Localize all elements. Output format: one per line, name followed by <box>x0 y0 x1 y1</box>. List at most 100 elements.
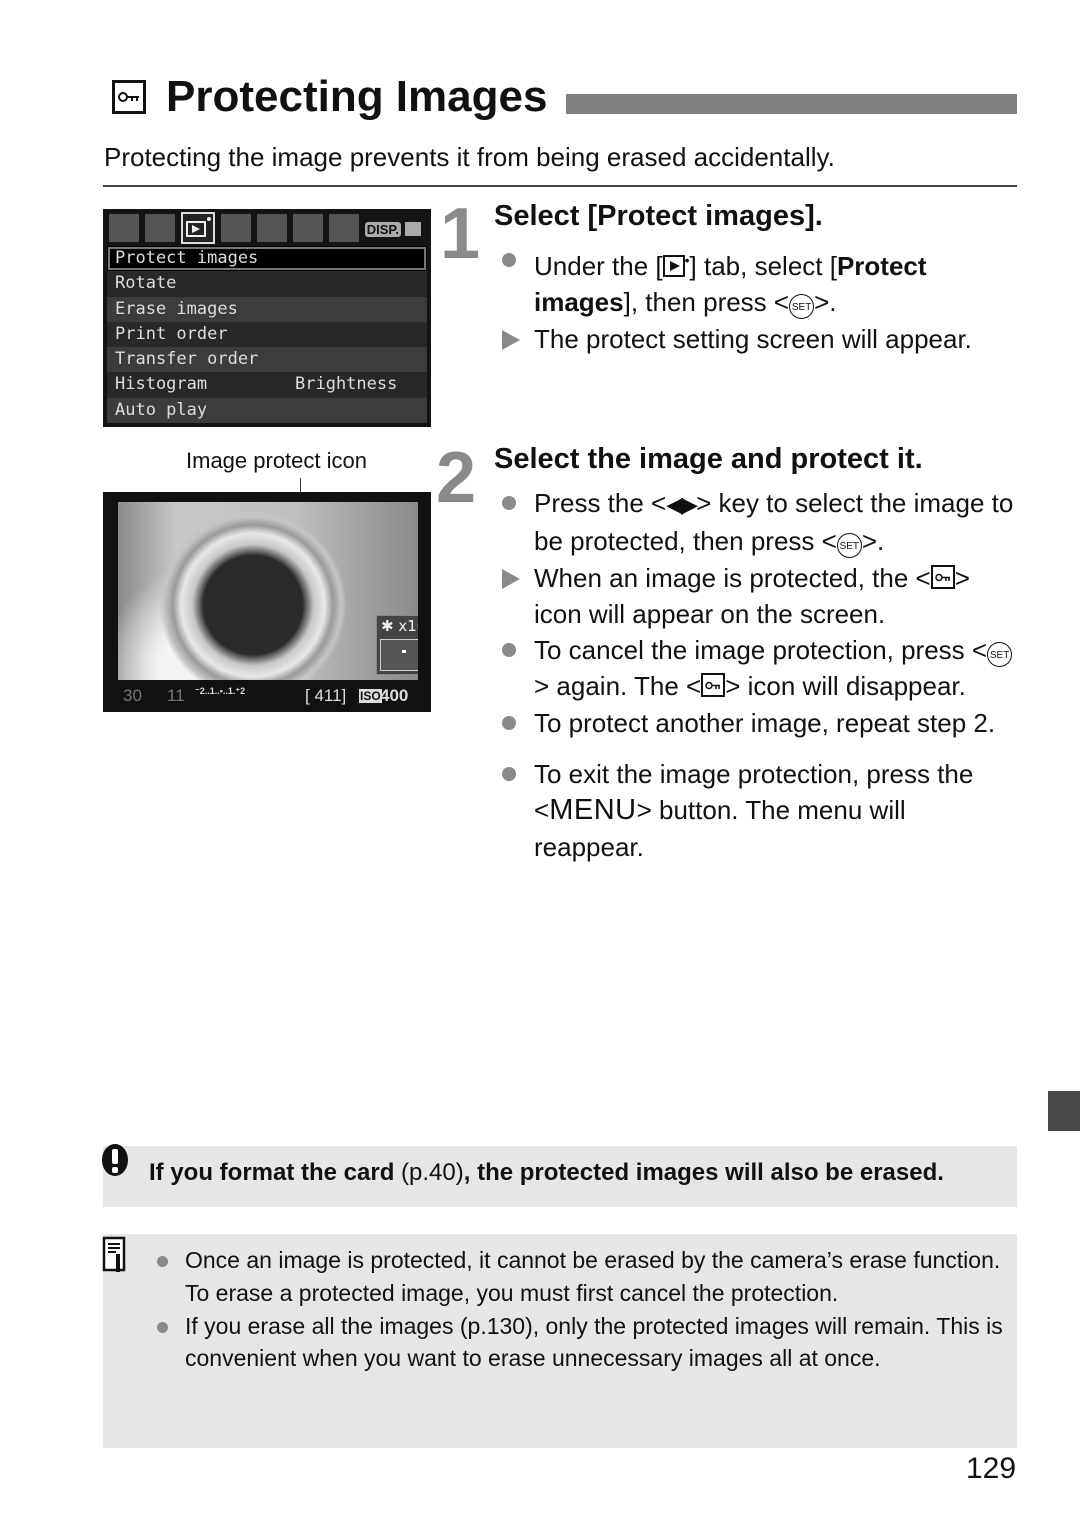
bullet-icon <box>157 1256 168 1267</box>
list-item: If you erase all the images (p.130), onl… <box>153 1310 1003 1376</box>
shutter-speed: 30 <box>123 686 142 705</box>
note-list: Once an image is protected, it cannot be… <box>153 1244 1003 1375</box>
bullet-icon <box>502 767 516 782</box>
step-2-list: Press the <◀▶> key to select the image t… <box>498 485 1018 865</box>
list-item: Once an image is protected, it cannot be… <box>153 1244 1003 1310</box>
result-arrow-icon <box>502 568 520 589</box>
list-item: To exit the image protection, press the … <box>498 756 1018 865</box>
text: > again. The < <box>534 671 702 702</box>
step-title: Select [Protect images]. <box>494 200 823 232</box>
menu-tabs: DISP. <box>107 212 427 244</box>
my-menu-tab-icon <box>329 214 359 242</box>
protect-key-icon <box>930 564 955 589</box>
disp-label: DISP. <box>364 222 401 237</box>
zoom-value: x10 <box>398 617 418 635</box>
page-number: 129 <box>966 1452 1017 1485</box>
bullet-icon <box>502 715 516 730</box>
zoom-position <box>402 650 406 653</box>
intro-text: Protecting the image prevents it from be… <box>104 142 835 172</box>
exposure-scale: ⁻2..1..•..1.⁺2 <box>195 686 246 696</box>
text: Once an image is protected, it cannot be… <box>185 1247 1001 1306</box>
list-item: To cancel the image protection, press < S… <box>498 632 1018 705</box>
note-icon <box>102 1236 126 1272</box>
lens-image <box>153 510 353 680</box>
bullet-icon <box>502 253 516 267</box>
menu-item-value: Brightness <box>295 374 398 395</box>
set-button-icon: SET <box>836 533 862 559</box>
setup-1-tab-icon <box>221 214 251 242</box>
menu-item-label: Histogram <box>115 374 208 395</box>
iso-label: ISO <box>359 689 382 703</box>
photo-lens: ✱ x10 <box>118 502 418 680</box>
caution-box: If you format the card (p.40), the prote… <box>102 1144 1017 1207</box>
step-title: Select the image and protect it. <box>494 443 923 475</box>
bullet-icon <box>157 1321 168 1333</box>
caution-text: If you format the card (p.40), the prote… <box>149 1159 944 1187</box>
aperture: 11 <box>167 686 185 705</box>
zoom-area <box>380 639 418 671</box>
shots-remaining: [ 411] <box>305 686 347 705</box>
menu-button-label: MENU <box>549 794 637 827</box>
step-1-list: Under the [•] tab, select [Protect image… <box>498 242 1018 357</box>
result-arrow-icon <box>502 329 520 350</box>
menu-item-rotate: Rotate <box>107 271 427 297</box>
shooting-2-tab-icon <box>145 214 175 242</box>
menu-item-transfer-order: Transfer order <box>107 347 427 373</box>
menu-item-label: Transfer order <box>115 349 259 370</box>
list-item: Press the <◀▶> key to select the image t… <box>498 485 1018 560</box>
setup-3-tab-icon <box>293 214 323 242</box>
list-item: The protect setting screen will appear. <box>498 321 1018 357</box>
bullet-icon <box>502 496 516 510</box>
menu-item-label: Auto play <box>115 399 208 420</box>
menu-item-auto-play: Auto play <box>107 397 427 424</box>
magnify-indicator: ✱ x10 <box>376 615 418 675</box>
shooting-1-tab-icon <box>109 214 139 242</box>
text: ], then press < <box>623 287 790 318</box>
bold-text: If you format the card <box>149 1159 395 1186</box>
text: Under the [ <box>534 251 663 281</box>
list-item: To protect another image, repeat step 2. <box>498 705 1018 741</box>
list-item: Under the [•] tab, select [Protect image… <box>498 242 1018 321</box>
bold-text: , the protected images will also be eras… <box>463 1159 944 1186</box>
playback-icon <box>662 255 685 277</box>
text: Press the < <box>534 488 667 518</box>
text: The protect setting screen will appear. <box>534 323 972 354</box>
left-right-key-icon: ◀▶ <box>666 492 698 517</box>
text: >. <box>861 526 885 557</box>
set-button-icon: SET <box>789 294 815 320</box>
title-decoration-bar <box>566 94 1017 114</box>
text: To protect another image, repeat step 2. <box>534 707 996 738</box>
setup-2-tab-icon <box>257 214 287 242</box>
menu-item-protect-images: Protect images <box>107 246 427 272</box>
menu-item-print-order: Print order <box>107 321 427 348</box>
camera-menu-screenshot: DISP. Protect images Rotate Erase images… <box>103 209 431 427</box>
step-number: 1 <box>440 194 481 274</box>
text: ] tab, select [ <box>689 251 837 281</box>
text: >. <box>814 287 837 318</box>
menu-item-label: Print order <box>115 323 228 344</box>
chapter-tab-marker <box>1048 1091 1080 1131</box>
menu-item-histogram: Histogram Brightness <box>107 372 427 398</box>
page-reference: (p.40) <box>394 1159 464 1186</box>
menu-list: Protect images Rotate Erase images Print… <box>107 246 427 424</box>
zoom-label: ✱ x10 <box>381 617 418 635</box>
page-title: Protecting Images <box>166 72 548 121</box>
camera-playback-screenshot: ✱ x10 30 11 ⁻2..1..•..1.⁺2 [ 411] ISO 40… <box>103 492 431 712</box>
menu-item-label: Rotate <box>115 273 177 294</box>
info-icon <box>405 222 421 236</box>
callout-label: Image protect icon <box>186 448 367 473</box>
menu-item-label: Protect images <box>115 248 259 268</box>
text: If you erase all the images (p.130), onl… <box>185 1312 1003 1372</box>
note-box: Once an image is protected, it cannot be… <box>102 1234 1017 1448</box>
text: To cancel the image protection, press < <box>534 635 988 666</box>
menu-item-erase-images: Erase images <box>107 296 427 322</box>
playback-tab-icon <box>181 212 215 244</box>
set-button-icon: SET <box>987 642 1013 668</box>
caution-icon <box>102 1144 128 1176</box>
protect-key-icon <box>701 673 726 698</box>
step-number: 2 <box>436 438 477 518</box>
bullet-icon <box>502 643 516 658</box>
text: When an image is protected, the < <box>534 562 931 593</box>
divider <box>103 185 1017 187</box>
text: > icon will disappear. <box>725 671 966 702</box>
